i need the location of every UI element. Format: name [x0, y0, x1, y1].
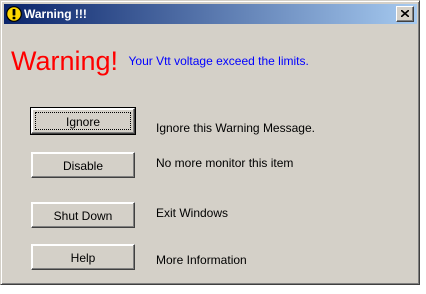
ignore-button-label: Ignore: [65, 115, 101, 129]
shut-down-button-label: Shut Down: [53, 209, 113, 223]
title-bar[interactable]: Warning !!!: [4, 4, 417, 24]
disable-button-label: Disable: [62, 159, 104, 173]
close-icon: [401, 10, 409, 17]
help-button-label: Help: [70, 251, 96, 265]
help-description: More Information: [156, 253, 247, 267]
shut-down-description: Exit Windows: [156, 206, 229, 220]
ignore-description: Ignore this Warning Message.: [156, 121, 315, 135]
warning-heading: Warning!: [11, 46, 119, 76]
shut-down-button[interactable]: Shut Down: [31, 202, 135, 228]
disable-button[interactable]: Disable: [31, 152, 135, 178]
close-button[interactable]: [396, 6, 414, 22]
warning-headline: Warning! Your Vtt voltage exceed the lim…: [11, 46, 309, 77]
window-title: Warning !!!: [24, 7, 87, 21]
help-button[interactable]: Help: [31, 244, 135, 270]
ignore-button[interactable]: Ignore: [30, 107, 136, 135]
warning-message: Your Vtt voltage exceed the limits.: [128, 54, 309, 68]
warning-dialog: Warning !!! Warning! Your Vtt voltage ex…: [0, 0, 420, 285]
warning-exclamation-icon: [6, 6, 22, 22]
disable-description: No more monitor this item: [156, 156, 294, 170]
